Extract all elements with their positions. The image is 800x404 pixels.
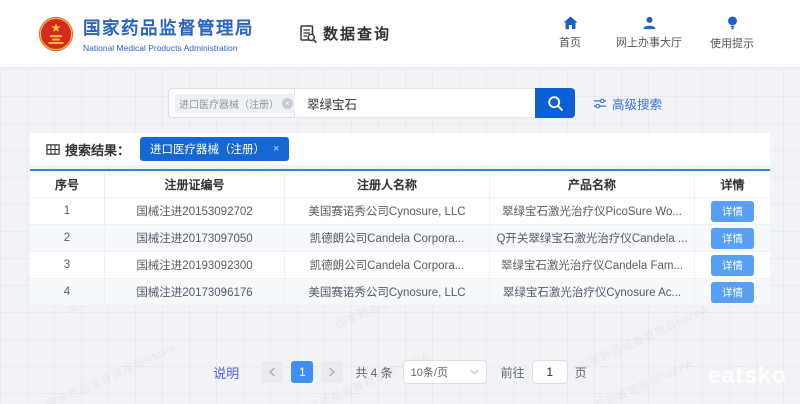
search-results-label: 搜索结果： [65,140,130,159]
table-row: 1 国械注进20153092702 美国赛诺秀公司Cynosure, LLC 翠… [30,198,770,225]
nav-label: 网上办事大厅 [616,34,682,50]
nav-item-usage-tips[interactable]: 使用提示 [710,16,754,51]
total-count-label: 共 4 条 [355,364,392,381]
column-header-registrant: 注册人名称 [285,171,490,197]
cell-index: 3 [30,252,105,278]
advanced-search-link[interactable]: 高级搜索 [593,94,662,113]
page-unit-label: 页 [575,364,587,381]
pagination-bar: 说明 1 共 4 条 10条/页 前往 页 [0,359,800,385]
org-text: 国家药品监督管理局 National Medical Products Admi… [83,15,254,53]
cell-index: 1 [30,198,105,224]
org-subtitle: National Medical Products Administration [83,43,254,53]
table-header-row: 序号 注册证编号 注册人名称 产品名称 详情 [30,171,770,198]
filter-tag-close-icon[interactable]: × [273,143,279,155]
cell-registrant: 凯德朗公司Candela Corpora... [285,252,490,278]
chevron-down-icon [470,369,479,375]
page-number-current[interactable]: 1 [291,361,313,383]
search-input[interactable] [295,88,535,118]
cell-product: Q开关翠绿宝石激光治疗仪Candela ... [490,225,695,251]
table-row: 2 国械注进20173097050 凯德朗公司Candela Corpora..… [30,225,770,252]
cell-product: 翠绿宝石激光治疗仪PicoSure Wo... [490,198,695,224]
top-nav: 首页 网上办事大厅 使用提示 [552,16,754,51]
table-row: 3 国械注进20193092300 凯德朗公司Candela Corpora..… [30,252,770,279]
search-results-bar: 搜索结果： 进口医疗器械（注册） × [30,133,770,165]
detail-button[interactable]: 详情 [711,255,754,276]
column-header-index: 序号 [30,171,105,197]
cell-index: 2 [30,225,105,251]
document-search-icon [298,24,318,44]
table-row: 4 国械注进20173096176 美国赛诺秀公司Cynosure, LLC 翠… [30,279,770,306]
filter-sliders-icon [593,97,607,110]
category-tag-close-icon[interactable]: × [282,98,293,109]
detail-button[interactable]: 详情 [711,228,754,249]
nav-label: 使用提示 [710,35,754,51]
top-header: 国家药品监督管理局 National Medical Products Admi… [0,0,800,68]
note-link[interactable]: 说明 [213,363,239,382]
cell-index: 4 [30,279,105,305]
national-emblem-icon [38,16,74,52]
page-size-select[interactable]: 10条/页 [403,360,487,384]
column-header-cert-no: 注册证编号 [105,171,285,197]
advanced-search-label: 高级搜索 [612,94,662,113]
category-tag-label: 进口医疗器械（注册） [179,96,279,111]
org-title: 国家药品监督管理局 [83,15,254,40]
cell-product: 翠绿宝石激光治疗仪Candela Fam... [490,252,695,278]
search-bar: 进口医疗器械（注册） × 高级搜索 [168,88,662,118]
prev-page-button[interactable] [261,361,283,383]
cell-cert-no: 国械注进20173096176 [105,279,285,305]
cell-cert-no: 国械注进20173097050 [105,225,285,251]
nav-item-home[interactable]: 首页 [552,16,588,51]
detail-button[interactable]: 详情 [711,282,754,303]
cell-cert-no: 国械注进20153092702 [105,198,285,224]
goto-page-label: 前往 [501,364,525,381]
column-header-product: 产品名称 [490,171,695,197]
cell-registrant: 美国赛诺秀公司Cynosure, LLC [285,279,490,305]
cell-product: 翠绿宝石激光治疗仪Cynosure Ac... [490,279,695,305]
nav-label: 首页 [559,34,581,50]
home-icon [563,16,578,30]
cell-registrant: 美国赛诺秀公司Cynosure, LLC [285,198,490,224]
page-size-value: 10条/页 [411,364,448,380]
category-tag: 进口医疗器械（注册） × [175,94,297,113]
active-filter-tag: 进口医疗器械（注册） × [140,137,289,161]
nmpa-logo: 国家药品监督管理局 National Medical Products Admi… [38,15,254,53]
magnifier-icon [547,95,564,112]
nav-item-service-hall[interactable]: 网上办事大厅 [616,16,682,51]
active-filter-tag-label: 进口医疗器械（注册） [150,141,265,157]
cell-registrant: 凯德朗公司Candela Corpora... [285,225,490,251]
page-title-data-query: 数据查询 [298,23,391,44]
cell-cert-no: 国械注进20193092300 [105,252,285,278]
goto-page-input[interactable] [532,360,568,384]
user-icon [642,16,657,30]
chevron-right-icon [328,367,336,377]
table-grid-icon [46,143,60,156]
search-button[interactable] [535,88,575,118]
lightbulb-icon [726,16,739,31]
page-title-label: 数据查询 [323,23,391,44]
column-header-detail: 详情 [695,171,770,197]
search-category-select[interactable]: 进口医疗器械（注册） × [168,88,295,118]
next-page-button[interactable] [321,361,343,383]
results-table: 序号 注册证编号 注册人名称 产品名称 详情 1 国械注进20153092702… [30,169,770,306]
chevron-left-icon [268,367,276,377]
detail-button[interactable]: 详情 [711,201,754,222]
